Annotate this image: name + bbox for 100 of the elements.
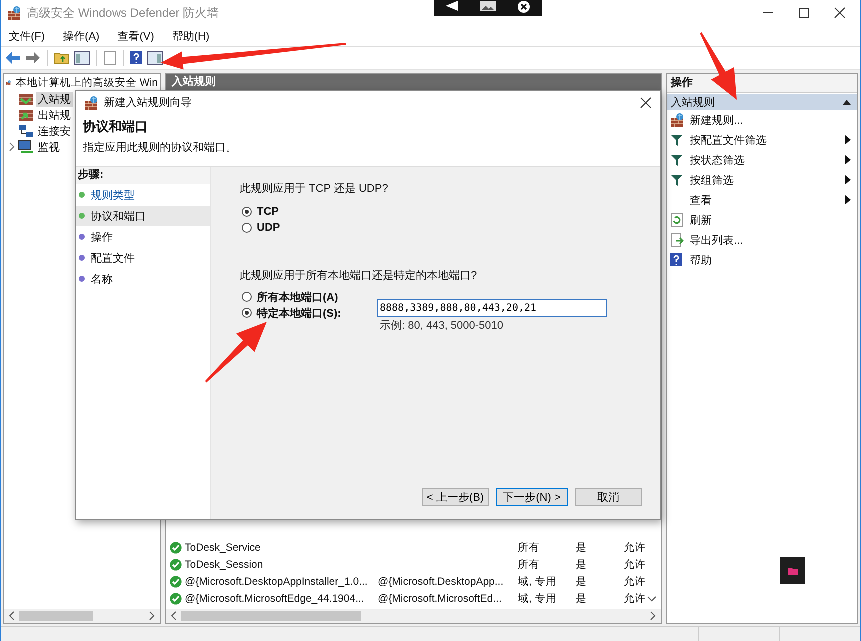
dialog-button[interactable]: < 上一步(B)	[422, 488, 489, 506]
table-cell-text: 域, 专用	[518, 574, 558, 588]
radio-button[interactable]	[242, 292, 252, 302]
tree-item[interactable]: 连接安	[36, 124, 73, 138]
image-icon[interactable]	[480, 1, 496, 11]
step-item[interactable]: 操作	[76, 227, 210, 247]
radio-option[interactable]: UDP	[242, 220, 280, 236]
check-icon	[170, 592, 182, 604]
tree-item[interactable]: 本地计算机上的高级安全 Win	[14, 76, 160, 90]
table-cell-text: 所有	[518, 540, 541, 554]
table-cell: @{Microsoft.MicrosoftEd...	[378, 592, 502, 604]
folder-up-icon[interactable]	[54, 51, 70, 65]
table-cell: ToDesk_Session	[185, 558, 264, 570]
table-cell-text: 是	[576, 574, 588, 588]
action-item[interactable]: 刷新	[667, 210, 857, 230]
example-text: 示例: 80, 443, 5000-5010	[379, 319, 505, 333]
firewall-icon	[7, 6, 21, 20]
help-icon[interactable]	[130, 51, 143, 65]
scroll-left-icon	[170, 611, 178, 621]
radio-option[interactable]: 特定本地端口(S):	[242, 305, 377, 321]
step-item[interactable]: 协议和端口	[76, 206, 210, 226]
network-icon	[18, 124, 34, 138]
close-icon[interactable]	[640, 96, 652, 108]
action-item[interactable]: 按组筛选	[667, 170, 857, 190]
document-icon[interactable]	[103, 51, 117, 65]
menu-item[interactable]: 查看(V)	[114, 28, 158, 44]
refresh-icon	[670, 213, 684, 227]
port-input-field[interactable]: 8888,3389,888,80,443,20,21	[377, 299, 607, 317]
window-title: 高级安全 Windows Defender 防火墙	[27, 4, 220, 22]
check-icon	[170, 542, 182, 554]
step-item[interactable]: 配置文件	[76, 248, 210, 268]
section-header[interactable]: 入站规则	[667, 94, 857, 110]
dialog-button[interactable]: 下一步(N) >	[496, 488, 568, 506]
action-item[interactable]: 新建规则...	[667, 110, 857, 130]
menu-item[interactable]: 文件(F)	[5, 28, 50, 44]
filter-icon	[670, 133, 684, 147]
menu-item[interactable]: 操作(A)	[59, 28, 104, 44]
expand-chevron-icon[interactable]	[8, 142, 16, 152]
forward-arrow-icon[interactable]	[25, 51, 41, 65]
firewall-icon	[670, 113, 684, 127]
pane-header: 入站规则	[166, 74, 661, 91]
dialog-title: 新建入站规则向导	[104, 96, 192, 110]
section-title: 入站规则	[671, 96, 715, 110]
action-item[interactable]: 按配置文件筛选	[667, 130, 857, 150]
tree-item[interactable]: 入站规	[36, 92, 73, 106]
radio-button[interactable]	[242, 207, 252, 217]
dialog-subtitle: 指定应用此规则的协议和端口。	[83, 140, 238, 155]
filter-icon	[670, 153, 684, 167]
action-item[interactable]: 导出列表...	[667, 230, 857, 250]
radio-option[interactable]: 所有本地端口(A)	[242, 289, 338, 305]
table-cell: @{Microsoft.DesktopAppInstaller_1.0...	[185, 576, 368, 588]
step-item[interactable]: 规则类型	[76, 185, 210, 205]
horizontal-scrollbar[interactable]	[4, 609, 160, 623]
firewall-icon	[84, 96, 98, 110]
collapse-caret-icon	[843, 99, 851, 105]
table-cell: @{Microsoft.DesktopApp...	[378, 576, 504, 588]
dialog-button[interactable]: 取消	[575, 488, 642, 506]
maximize-icon[interactable]	[798, 7, 810, 19]
table-cell-text: 允许	[624, 574, 647, 588]
close-icon[interactable]	[834, 7, 846, 19]
scroll-left-icon	[8, 611, 16, 621]
table-cell: ToDesk_Service	[185, 542, 261, 554]
scroll-right-icon	[148, 611, 156, 621]
table-cell-text: 允许	[624, 558, 647, 572]
check-icon	[170, 576, 182, 588]
table-cell-text: 是	[576, 540, 588, 554]
close-icon[interactable]	[517, 1, 532, 13]
tree-item[interactable]: 出站规	[36, 108, 73, 122]
question-text: 此规则应用于 TCP 还是 UDP?	[240, 182, 390, 196]
menu-item[interactable]: 帮助(H)	[168, 28, 214, 44]
action-item[interactable]: 查看	[667, 190, 857, 210]
send-icon[interactable]	[444, 1, 459, 11]
radio-option[interactable]: TCP	[242, 204, 279, 220]
help-icon	[670, 253, 683, 267]
table-cell-text: 允许	[624, 592, 647, 606]
panel-toggle-icon[interactable]	[74, 51, 90, 65]
question-text: 此规则应用于所有本地端口还是特定的本地端口?	[240, 268, 478, 283]
tree-item[interactable]: 监视	[36, 140, 62, 154]
step-item[interactable]: 名称	[76, 269, 210, 289]
scroll-down-icon[interactable]	[647, 595, 657, 603]
dialog-heading: 协议和端口	[83, 118, 149, 136]
filter-icon	[670, 173, 684, 187]
check-icon	[170, 558, 182, 570]
steps-title: 步骤:	[76, 167, 210, 184]
action-item[interactable]: 按状态筛选	[667, 150, 857, 170]
monitor-icon	[18, 140, 34, 154]
back-arrow-icon[interactable]	[5, 51, 21, 65]
table-cell-text: 允许	[624, 540, 647, 554]
table-cell-text: 所有	[518, 558, 541, 572]
panel-toggle-icon[interactable]	[147, 51, 163, 65]
folder-icon	[788, 566, 798, 574]
table-cell: @{Microsoft.MicrosoftEdge_44.1904...	[185, 592, 364, 604]
radio-button[interactable]	[242, 223, 252, 233]
action-item[interactable]: 帮助	[667, 250, 857, 270]
table-cell-text: 域, 专用	[518, 592, 558, 606]
floating-button[interactable]	[780, 557, 805, 584]
export-icon	[670, 233, 684, 247]
radio-button[interactable]	[242, 308, 252, 318]
scroll-right-icon	[649, 611, 657, 621]
horizontal-scrollbar[interactable]	[166, 609, 661, 623]
